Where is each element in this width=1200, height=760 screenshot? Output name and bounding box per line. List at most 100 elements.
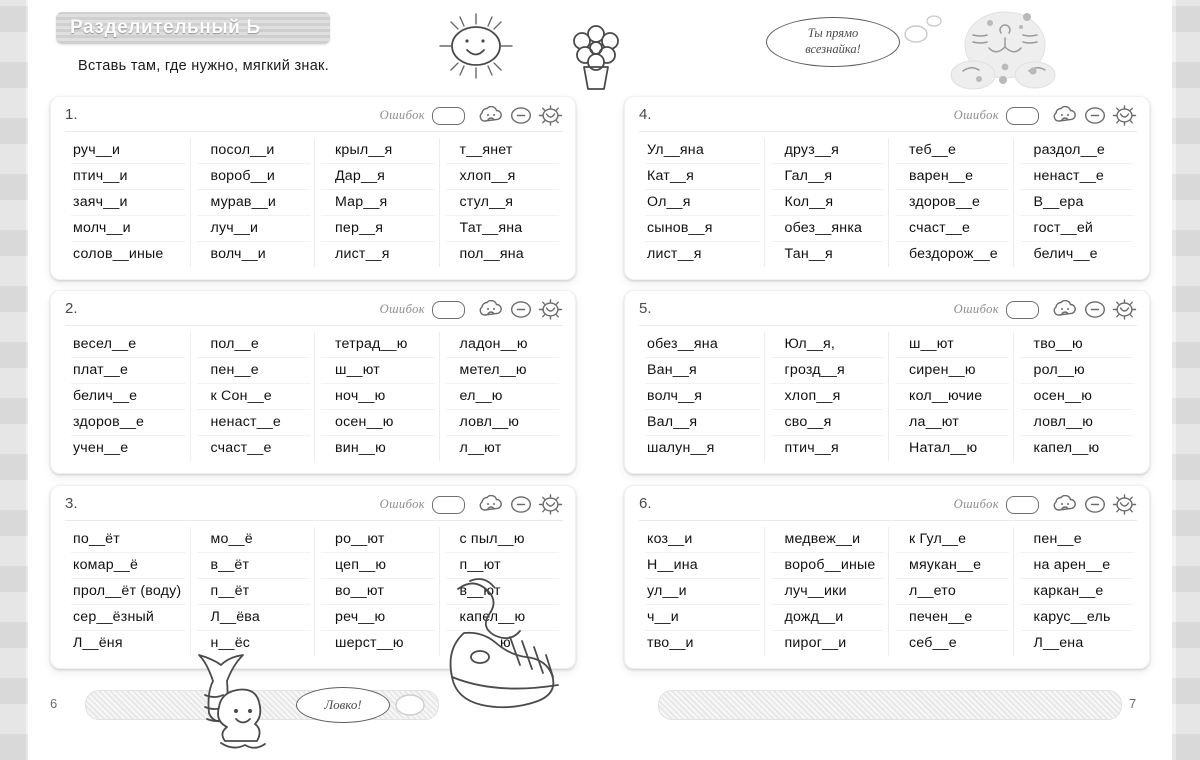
- word-item[interactable]: заяч__и: [71, 190, 186, 216]
- word-item[interactable]: лист__я: [645, 242, 760, 267]
- word-item[interactable]: л__ют: [446, 436, 560, 461]
- word-item[interactable]: грозд__я: [770, 358, 884, 384]
- word-item[interactable]: вин__ю: [321, 436, 435, 461]
- word-item[interactable]: Л__ена: [1020, 631, 1134, 656]
- word-item[interactable]: сво__я: [770, 410, 884, 436]
- cloud-sad-icon[interactable]: [478, 495, 504, 514]
- word-item[interactable]: теб__е: [895, 138, 1009, 164]
- word-item[interactable]: тетрад__ю: [321, 332, 435, 358]
- word-item[interactable]: кол__ючие: [895, 384, 1009, 410]
- word-item[interactable]: пол__е: [196, 332, 310, 358]
- word-item[interactable]: белич__е: [1020, 242, 1134, 267]
- word-item[interactable]: Кол__я: [770, 190, 884, 216]
- neutral-face-icon[interactable]: [510, 106, 532, 125]
- word-item[interactable]: Л__ёва: [196, 605, 310, 631]
- word-item[interactable]: молч__и: [71, 216, 186, 242]
- word-item[interactable]: рол__ю: [1019, 358, 1133, 384]
- word-item[interactable]: весел__е: [71, 332, 186, 358]
- word-item[interactable]: к Сон__е: [196, 384, 310, 410]
- word-item[interactable]: Тан__я: [771, 242, 885, 267]
- word-item[interactable]: капел__ю: [1020, 436, 1134, 461]
- word-item[interactable]: л__ето: [895, 579, 1009, 605]
- word-item[interactable]: ро__ют: [321, 527, 435, 553]
- word-item[interactable]: метел__ю: [445, 358, 559, 384]
- word-item[interactable]: пер__я: [321, 216, 435, 242]
- word-item[interactable]: руч__и: [71, 138, 186, 164]
- word-item[interactable]: дожд__и: [770, 605, 884, 631]
- word-item[interactable]: сынов__я: [645, 216, 760, 242]
- cloud-sad-icon[interactable]: [478, 300, 504, 319]
- word-item[interactable]: реч__ю: [321, 605, 435, 631]
- word-item[interactable]: себ__е: [895, 631, 1009, 656]
- word-item[interactable]: сирен__ю: [895, 358, 1009, 384]
- mood-rating-group[interactable]: [1052, 494, 1137, 515]
- neutral-face-icon[interactable]: [1084, 106, 1106, 125]
- word-item[interactable]: обез__яна: [645, 332, 760, 358]
- neutral-face-icon[interactable]: [510, 300, 532, 319]
- word-item[interactable]: здоров__е: [895, 190, 1009, 216]
- word-item[interactable]: Тат__яна: [445, 216, 559, 242]
- word-item[interactable]: друз__я: [770, 138, 884, 164]
- word-item[interactable]: крыл__я: [321, 138, 435, 164]
- sun-happy-icon[interactable]: [538, 105, 563, 126]
- word-item[interactable]: карус__ель: [1019, 605, 1133, 631]
- errors-input-box[interactable]: [432, 300, 465, 319]
- word-item[interactable]: каркан__е: [1019, 579, 1133, 605]
- word-item[interactable]: тво__ю: [1019, 332, 1133, 358]
- word-item[interactable]: к Гул__е: [895, 527, 1009, 553]
- word-item[interactable]: здоров__е: [71, 410, 186, 436]
- word-item[interactable]: гост__ей: [1019, 216, 1133, 242]
- word-item[interactable]: ул__и: [645, 579, 760, 605]
- word-item[interactable]: в__ёт: [196, 553, 310, 579]
- word-item[interactable]: ловл__ю: [445, 410, 559, 436]
- word-item[interactable]: ловл__ю: [1019, 410, 1133, 436]
- word-item[interactable]: лист__я: [321, 242, 435, 267]
- word-item[interactable]: учен__е: [71, 436, 186, 461]
- cloud-sad-icon[interactable]: [1052, 300, 1078, 319]
- word-item[interactable]: шерст__ю: [321, 631, 435, 656]
- word-item[interactable]: мурав__и: [196, 190, 310, 216]
- word-item[interactable]: В__ера: [1019, 190, 1133, 216]
- mood-rating-group[interactable]: [1052, 105, 1137, 126]
- sun-happy-icon[interactable]: [1112, 494, 1137, 515]
- mood-rating-group[interactable]: [478, 105, 563, 126]
- errors-input-box[interactable]: [1006, 495, 1039, 514]
- word-item[interactable]: хлоп__я: [445, 164, 559, 190]
- mood-rating-group[interactable]: [478, 494, 563, 515]
- word-item[interactable]: ненаст__е: [196, 410, 310, 436]
- cloud-sad-icon[interactable]: [478, 106, 504, 125]
- word-item[interactable]: по__ёт: [71, 527, 186, 553]
- word-item[interactable]: раздол__е: [1019, 138, 1133, 164]
- word-item[interactable]: волч__и: [197, 242, 311, 267]
- errors-input-box[interactable]: [1006, 106, 1039, 125]
- word-item[interactable]: прол__ёт (воду): [71, 579, 186, 605]
- neutral-face-icon[interactable]: [1084, 495, 1106, 514]
- cloud-sad-icon[interactable]: [1052, 106, 1078, 125]
- word-item[interactable]: обез__янка: [770, 216, 884, 242]
- sun-happy-icon[interactable]: [538, 494, 563, 515]
- word-item[interactable]: ш__ют: [321, 358, 435, 384]
- word-item[interactable]: птич__я: [771, 436, 885, 461]
- word-item[interactable]: вороб__и: [196, 164, 310, 190]
- word-item[interactable]: пен__е: [1019, 527, 1133, 553]
- word-item[interactable]: шалун__я: [645, 436, 760, 461]
- sun-happy-icon[interactable]: [538, 299, 563, 320]
- mood-rating-group[interactable]: [1052, 299, 1137, 320]
- word-item[interactable]: Дар__я: [321, 164, 435, 190]
- word-item[interactable]: п__ёт: [196, 579, 310, 605]
- word-item[interactable]: солов__иные: [71, 242, 186, 267]
- word-item[interactable]: Кат__я: [645, 164, 760, 190]
- word-item[interactable]: осен__ю: [1019, 384, 1133, 410]
- word-item[interactable]: медвеж__и: [770, 527, 884, 553]
- word-item[interactable]: ла__ют: [895, 410, 1009, 436]
- word-item[interactable]: пирог__и: [771, 631, 885, 656]
- word-item[interactable]: ел__ю: [445, 384, 559, 410]
- word-item[interactable]: луч__и: [196, 216, 310, 242]
- word-item[interactable]: комар__ё: [71, 553, 186, 579]
- word-item[interactable]: Мар__я: [321, 190, 435, 216]
- word-item[interactable]: волч__я: [645, 384, 760, 410]
- word-item[interactable]: коз__и: [645, 527, 760, 553]
- word-item[interactable]: ноч__ю: [321, 384, 435, 410]
- word-item[interactable]: Н__ина: [645, 553, 760, 579]
- word-item[interactable]: с пыл__ю: [445, 527, 559, 553]
